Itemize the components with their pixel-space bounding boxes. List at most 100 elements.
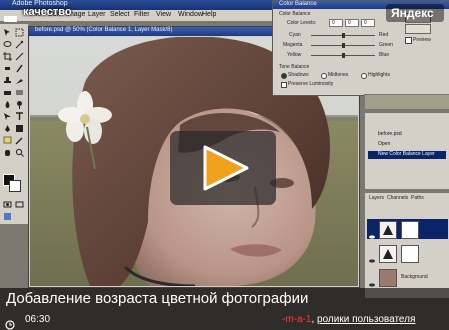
slider-yellow-label: Yellow bbox=[287, 52, 302, 58]
highlights-radio[interactable] bbox=[361, 73, 367, 79]
history-item[interactable]: Open bbox=[368, 141, 446, 149]
tab-paths[interactable]: Paths bbox=[411, 195, 424, 201]
color-level-field-2[interactable]: 0 bbox=[345, 19, 359, 27]
preserve-luminosity-checkbox[interactable] bbox=[281, 82, 287, 88]
adjustment-layer-row[interactable] bbox=[367, 243, 448, 263]
clock-icon bbox=[5, 315, 15, 330]
menu-layer: Layer bbox=[88, 11, 106, 18]
move-tool-icon bbox=[3, 28, 12, 37]
play-icon bbox=[203, 145, 249, 191]
menu-help: Help bbox=[202, 11, 217, 18]
screen-mode-icon bbox=[15, 200, 24, 209]
quality-icon[interactable] bbox=[4, 16, 17, 22]
layer-mask-thumbnail[interactable] bbox=[401, 221, 419, 239]
midtones-radio[interactable] bbox=[321, 73, 327, 79]
shadows-radio[interactable] bbox=[281, 73, 287, 79]
slider-red-label: Red bbox=[379, 32, 389, 38]
crop-tool-icon bbox=[3, 52, 12, 61]
background-color-swatch bbox=[9, 180, 21, 192]
video-player[interactable]: Adobe Photoshop File Edit Image Layer Se… bbox=[0, 0, 449, 330]
yellow-blue-slider[interactable] bbox=[311, 53, 375, 58]
zoom-tool-icon bbox=[15, 148, 24, 157]
adjustment-icon bbox=[379, 245, 397, 263]
cancel-button[interactable] bbox=[405, 24, 431, 34]
video-duration: 06:30 bbox=[25, 314, 51, 325]
adjustment-icon bbox=[379, 221, 397, 239]
menu-view: View bbox=[156, 11, 172, 18]
shape-tool-icon bbox=[15, 124, 24, 133]
highlights-label: Highlights bbox=[368, 72, 390, 78]
navigator-panel bbox=[364, 94, 449, 110]
video-title[interactable]: Добавление возраста цветной фотографии bbox=[6, 290, 308, 307]
preserve-luminosity-label: Preserve Luminosity bbox=[288, 81, 334, 87]
history-item-selected[interactable]: New Color Balance Layer bbox=[368, 151, 446, 159]
background-layer-label: Background bbox=[401, 274, 428, 280]
background-layer-thumbnail bbox=[379, 269, 397, 287]
eye-icon[interactable] bbox=[369, 273, 375, 287]
shadows-label: Shadows bbox=[288, 72, 309, 78]
color-balance-title: Color Balance bbox=[279, 1, 317, 7]
cyan-red-slider[interactable] bbox=[311, 33, 375, 38]
tone-balance-label: Tone Balance bbox=[279, 64, 310, 70]
midtones-label: Midtones bbox=[328, 72, 349, 78]
history-item[interactable]: before.psd bbox=[368, 131, 446, 139]
jump-to-imageready-icon bbox=[3, 212, 12, 221]
layers-panel: Layers Channels Paths Background bbox=[364, 192, 449, 299]
brush-tool-icon bbox=[15, 64, 24, 73]
magenta-green-slider-thumb[interactable] bbox=[341, 43, 345, 48]
quick-mask-icon bbox=[3, 200, 12, 209]
color-level-field-1[interactable]: 0 bbox=[329, 19, 343, 27]
slider-magenta-label: Magenta bbox=[283, 42, 303, 48]
eye-icon[interactable] bbox=[369, 249, 375, 263]
menu-window: Window bbox=[178, 11, 203, 18]
clone-stamp-tool-icon bbox=[3, 76, 12, 85]
author-link[interactable]: -m-a-1 bbox=[282, 314, 311, 325]
tab-channels[interactable]: Channels bbox=[387, 195, 408, 201]
document-title: before.psd @ 50% (Color Balance 1, Layer… bbox=[35, 27, 173, 33]
yandex-logo-text: Яндекс bbox=[391, 6, 434, 20]
toolbox bbox=[0, 24, 29, 224]
history-brush-tool-icon bbox=[15, 76, 24, 85]
slider-cyan-label: Cyan bbox=[289, 32, 301, 38]
play-button[interactable] bbox=[170, 131, 276, 205]
preview-label: Preview bbox=[413, 37, 431, 43]
menu-select: Select bbox=[110, 11, 130, 18]
yandex-logo[interactable]: Яндекс bbox=[386, 4, 444, 22]
slider-green-label: Green bbox=[379, 42, 393, 48]
eye-icon[interactable] bbox=[369, 225, 375, 239]
preview-checkbox[interactable] bbox=[405, 37, 412, 44]
eyedropper-tool-icon bbox=[15, 136, 24, 145]
color-level-field-3[interactable]: 0 bbox=[361, 19, 375, 27]
eraser-tool-icon bbox=[3, 88, 12, 97]
slice-tool-icon bbox=[15, 52, 24, 61]
pen-tool-icon bbox=[3, 124, 12, 133]
magenta-green-slider[interactable] bbox=[311, 43, 375, 48]
blur-tool-icon bbox=[3, 100, 12, 109]
path-selection-tool-icon bbox=[3, 112, 12, 121]
type-tool-icon bbox=[15, 112, 24, 121]
color-levels-label: Color Levels: bbox=[287, 20, 317, 26]
quality-button[interactable]: качество bbox=[23, 6, 72, 18]
video-info-bar: Добавление возраста цветной фотографии 0… bbox=[0, 288, 449, 330]
yellow-blue-slider-thumb[interactable] bbox=[341, 53, 345, 58]
gradient-tool-icon bbox=[15, 88, 24, 97]
separator: , bbox=[311, 314, 315, 325]
tab-layers[interactable]: Layers bbox=[369, 195, 384, 201]
cyan-red-slider-thumb[interactable] bbox=[341, 33, 345, 38]
background-layer-row[interactable]: Background bbox=[367, 267, 448, 287]
user-videos-link[interactable]: ролики пользователя bbox=[317, 314, 415, 325]
menu-filter: Filter bbox=[134, 11, 150, 18]
author-row: -m-a-1, ролики пользователя bbox=[282, 314, 415, 325]
healing-brush-tool-icon bbox=[3, 64, 12, 73]
history-panel: before.psd Open New Color Balance Layer bbox=[364, 112, 449, 190]
color-balance-group-label: Color Balance bbox=[279, 11, 311, 17]
lasso-tool-icon bbox=[3, 40, 12, 49]
adjustment-layer-row[interactable] bbox=[367, 219, 448, 239]
hand-tool-icon bbox=[3, 148, 12, 157]
layer-mask-thumbnail[interactable] bbox=[401, 245, 419, 263]
marquee-tool-icon bbox=[15, 28, 24, 37]
dodge-tool-icon bbox=[15, 100, 24, 109]
notes-tool-icon bbox=[3, 136, 12, 145]
slider-blue-label: Blue bbox=[379, 52, 390, 58]
magic-wand-tool-icon bbox=[15, 40, 24, 49]
